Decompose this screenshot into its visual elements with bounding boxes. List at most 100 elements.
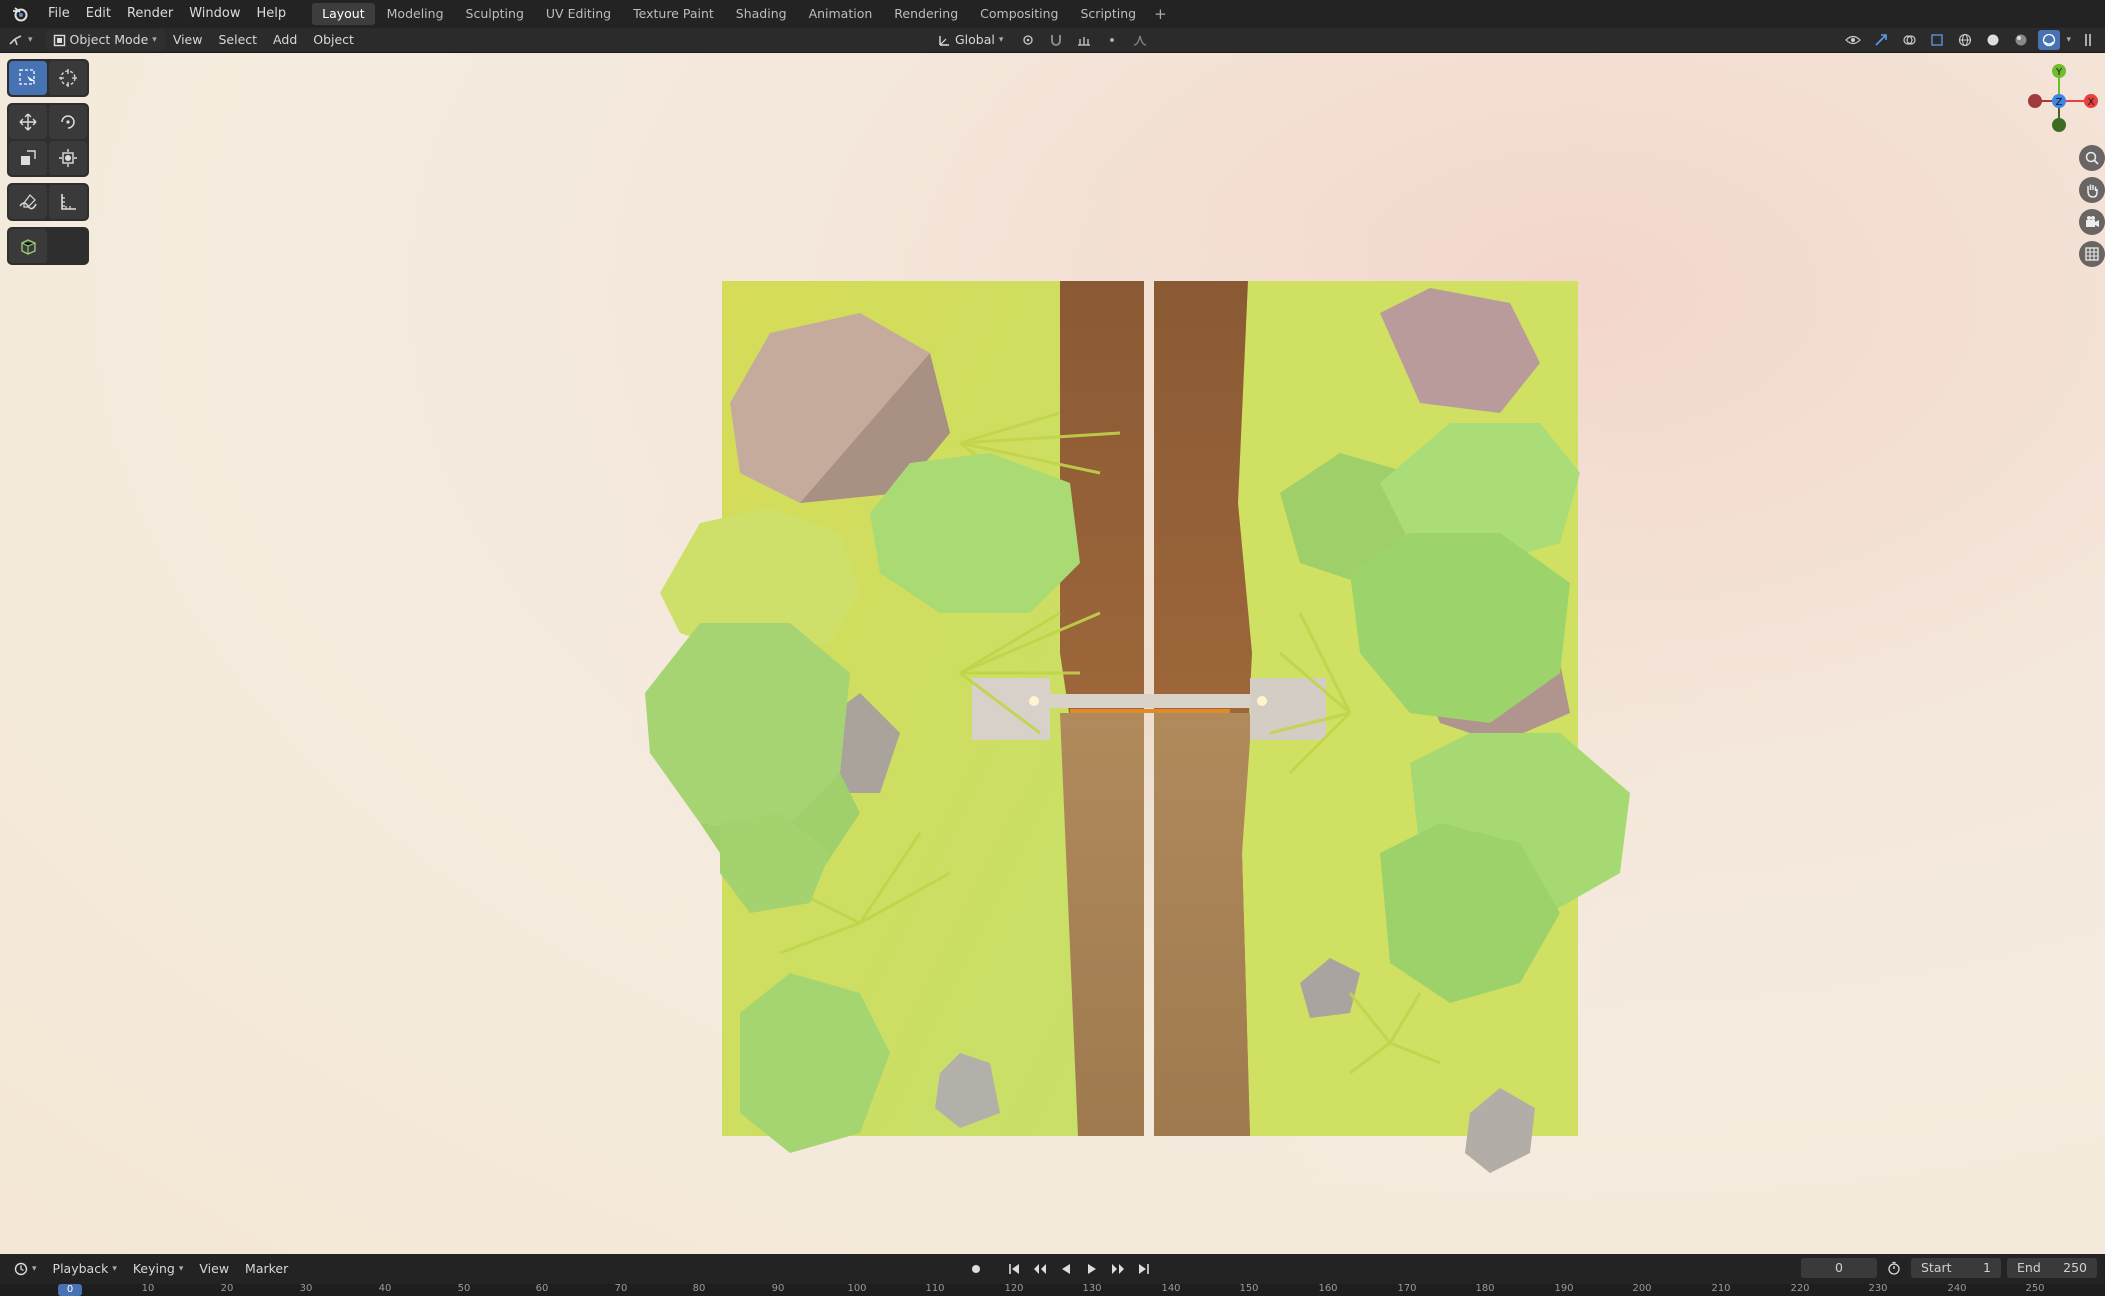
play-reverse-button[interactable] [1055, 1259, 1077, 1279]
menu-render[interactable]: Render [119, 0, 181, 28]
ruler-tick: 250 [2025, 1283, 2045, 1294]
timeline-editor-type-button[interactable]: ▾ [6, 1259, 45, 1279]
proportional-edit-toggle[interactable] [1101, 30, 1123, 50]
menu-playback[interactable]: Playback ▾ [45, 1259, 125, 1279]
object-mode-icon [53, 34, 65, 46]
menu-file[interactable]: File [40, 0, 78, 28]
proportional-falloff-button[interactable] [1129, 30, 1151, 50]
tab-sculpting[interactable]: Sculpting [456, 3, 534, 25]
orientation-icon [939, 35, 949, 46]
scale-tool[interactable] [9, 141, 47, 175]
chevron-down-icon: ▾ [32, 1264, 37, 1274]
ruler-tick: 160 [1318, 1283, 1338, 1294]
snap-toggle[interactable] [1045, 30, 1067, 50]
menu-help[interactable]: Help [249, 0, 295, 28]
menu-marker[interactable]: Marker [237, 1259, 296, 1279]
auto-keying-toggle[interactable] [965, 1259, 987, 1279]
menu-select[interactable]: Select [210, 30, 265, 50]
jump-to-start-button[interactable] [1003, 1259, 1025, 1279]
transform-controls: Global ▾ [930, 30, 1151, 50]
tab-modeling[interactable]: Modeling [377, 3, 454, 25]
start-frame-field[interactable]: Start 1 [1911, 1258, 2001, 1278]
jump-to-end-button[interactable] [1133, 1259, 1155, 1279]
select-box-tool[interactable] [9, 61, 47, 95]
ruler-tick: 20 [220, 1283, 234, 1294]
menu-add[interactable]: Add [265, 30, 305, 50]
transform-tool[interactable] [49, 141, 87, 175]
zoom-button[interactable] [2079, 145, 2105, 171]
overlays-toggle[interactable] [1898, 30, 1920, 50]
editor-type-button[interactable]: ▾ [0, 30, 41, 50]
playback-controls [965, 1259, 1155, 1279]
camera-view-button[interactable] [2079, 209, 2105, 235]
perspective-toggle-button[interactable] [2079, 241, 2105, 267]
tab-rendering[interactable]: Rendering [884, 3, 968, 25]
next-keyframe-icon [1112, 1264, 1124, 1274]
menu-timeline-view[interactable]: View [191, 1259, 237, 1279]
menu-view[interactable]: View [165, 30, 211, 50]
end-frame-field[interactable]: End 250 [2007, 1258, 2097, 1278]
frame-range: 0 Start 1 End 250 [1801, 1258, 2097, 1278]
move-tool[interactable] [9, 105, 47, 139]
ruler-tick: 50 [457, 1283, 471, 1294]
end-value: 250 [2063, 1260, 2087, 1275]
tab-compositing[interactable]: Compositing [970, 3, 1068, 25]
cursor-tool[interactable] [49, 61, 87, 95]
ruler-tick: 40 [378, 1283, 392, 1294]
play-icon [1088, 1264, 1096, 1274]
gizmo-toggle[interactable] [1870, 30, 1892, 50]
sidebar-toggle[interactable] [2077, 30, 2099, 50]
tab-texture-paint[interactable]: Texture Paint [623, 3, 724, 25]
ruler-tick: 210 [1711, 1283, 1731, 1294]
play-button[interactable] [1081, 1259, 1103, 1279]
menu-edit[interactable]: Edit [78, 0, 119, 28]
pan-button[interactable] [2079, 177, 2105, 203]
tab-layout[interactable]: Layout [312, 3, 375, 25]
jump-to-keyframe-forward-button[interactable] [1107, 1259, 1129, 1279]
rendered-scene [588, 183, 1708, 1223]
annotate-tool-group [7, 183, 89, 221]
tab-scripting[interactable]: Scripting [1071, 3, 1147, 25]
pivot-point-button[interactable] [1017, 30, 1039, 50]
rotate-tool[interactable] [49, 105, 87, 139]
add-cube-tool[interactable] [9, 229, 47, 263]
chevron-down-icon: ▾ [28, 35, 33, 45]
add-workspace-button[interactable]: + [1148, 5, 1173, 23]
transform-tool-group [7, 103, 89, 177]
menu-keying[interactable]: Keying ▾ [125, 1259, 192, 1279]
measure-tool[interactable] [49, 185, 87, 219]
shading-wireframe-button[interactable] [1954, 30, 1976, 50]
object-visibility-button[interactable] [1842, 30, 1864, 50]
current-frame-field[interactable]: 0 [1801, 1258, 1877, 1278]
playback-label: Playback [52, 1261, 109, 1276]
tab-animation[interactable]: Animation [799, 3, 883, 25]
tab-shading[interactable]: Shading [726, 3, 797, 25]
eye-icon [1845, 35, 1862, 45]
snap-target-button[interactable] [1073, 30, 1095, 50]
gizmo-neg-x-axis[interactable] [2028, 94, 2042, 108]
menu-object[interactable]: Object [305, 30, 362, 50]
blender-logo-icon[interactable] [0, 0, 40, 28]
shading-solid-button[interactable] [1982, 30, 2004, 50]
shading-material-button[interactable] [2010, 30, 2032, 50]
preview-range-toggle[interactable] [1883, 1258, 1905, 1278]
scale-icon [21, 150, 36, 165]
current-frame-marker[interactable]: 0 [58, 1284, 82, 1296]
transform-orientation-select[interactable]: Global ▾ [930, 30, 1011, 50]
tab-uv-editing[interactable]: UV Editing [536, 3, 621, 25]
overlays-icon [1903, 35, 1917, 45]
navigation-gizmo[interactable]: Y X Z [2019, 61, 2099, 141]
jump-to-keyframe-back-button[interactable] [1029, 1259, 1051, 1279]
3d-viewport[interactable]: Y X Z [0, 53, 2105, 1254]
mode-select[interactable]: Object Mode ▾ [44, 30, 165, 50]
menu-window[interactable]: Window [181, 0, 248, 28]
frame-ruler[interactable]: 0 10 20 30 40 50 60 70 80 90 100 110 120… [0, 1283, 2105, 1296]
zoom-magnifier-icon [2085, 151, 2099, 165]
chevron-down-icon[interactable]: ▾ [2066, 35, 2071, 45]
timeline-header: ▾ Playback ▾ Keying ▾ View Marker 0 Star… [0, 1254, 2105, 1284]
annotate-tool[interactable] [9, 185, 47, 219]
clock-icon [14, 1262, 28, 1276]
xray-toggle[interactable] [1926, 30, 1948, 50]
gizmo-neg-y-axis[interactable] [2052, 118, 2066, 132]
shading-rendered-button[interactable] [2038, 30, 2061, 50]
